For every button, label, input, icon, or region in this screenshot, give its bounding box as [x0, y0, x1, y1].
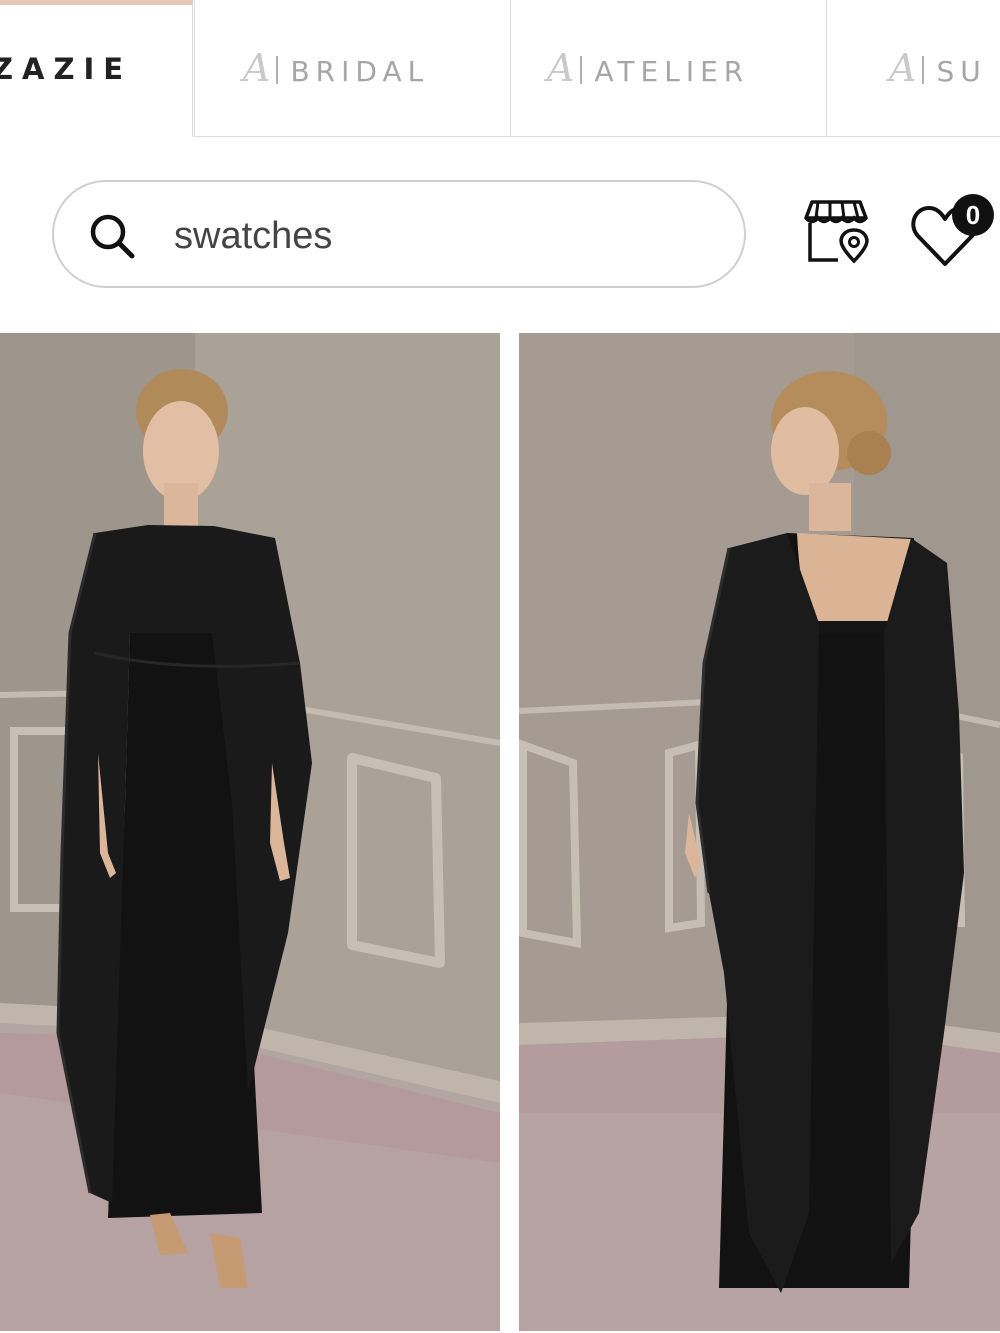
dress-front-image [0, 333, 500, 1331]
divider [276, 56, 279, 84]
product-gallery [0, 333, 1000, 1333]
search-bar[interactable] [52, 180, 746, 288]
dress-front-photo[interactable] [0, 333, 500, 1331]
wishlist-button[interactable]: 0 [908, 194, 998, 276]
tab-bridal-label: BRIDAL [290, 55, 430, 88]
brand-logo-icon: A [547, 46, 575, 90]
tab-suits-label: SU [936, 55, 987, 88]
search-icon[interactable] [88, 212, 136, 260]
store-location-icon[interactable] [804, 198, 874, 266]
brand-tab-bar: ZAZIE A BRIDAL A ATELIER A SU [0, 0, 1000, 138]
tab-azazie-label: ZAZIE [0, 51, 133, 86]
search-header: 0 [0, 138, 1000, 333]
tab-atelier[interactable]: A ATELIER [510, 0, 826, 137]
divider [580, 56, 583, 84]
dress-back-photo[interactable] [519, 333, 1000, 1331]
tab-bridal[interactable]: A BRIDAL [194, 0, 510, 137]
search-input[interactable] [172, 204, 716, 268]
brand-logo-icon: A [243, 46, 271, 90]
wishlist-count-badge: 0 [952, 194, 994, 236]
dress-back-image [519, 333, 1000, 1331]
tab-azazie[interactable]: ZAZIE [0, 0, 193, 137]
tab-suits[interactable]: A SU [826, 0, 1000, 137]
divider [922, 56, 925, 84]
tab-atelier-label: ATELIER [594, 55, 750, 88]
brand-logo-icon: A [889, 46, 917, 90]
